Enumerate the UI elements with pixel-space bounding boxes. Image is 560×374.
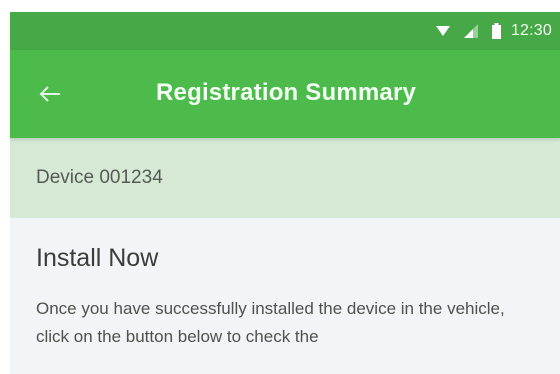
wifi-icon [435, 25, 450, 37]
arrow-left-icon [39, 86, 60, 102]
section-description: Once you have successfully installed the… [36, 299, 505, 346]
app-bar: Registration Summary [10, 50, 560, 138]
battery-icon [491, 23, 501, 39]
page-title: Registration Summary [156, 79, 417, 106]
section-title: Install Now [36, 244, 159, 272]
screen: 12:30 Registration Summary Device 001234… [0, 0, 560, 374]
device-header: Device 001234 [10, 138, 560, 218]
install-section: Install Now Once you have successfully i… [10, 218, 560, 351]
status-time: 12:30 [510, 22, 552, 39]
status-bar: 12:30 [10, 12, 560, 50]
cell-signal-icon [463, 24, 478, 38]
app-screen: 12:30 Registration Summary Device 001234… [10, 12, 560, 374]
device-label: Device 001234 [36, 167, 163, 188]
back-button[interactable] [34, 80, 66, 108]
